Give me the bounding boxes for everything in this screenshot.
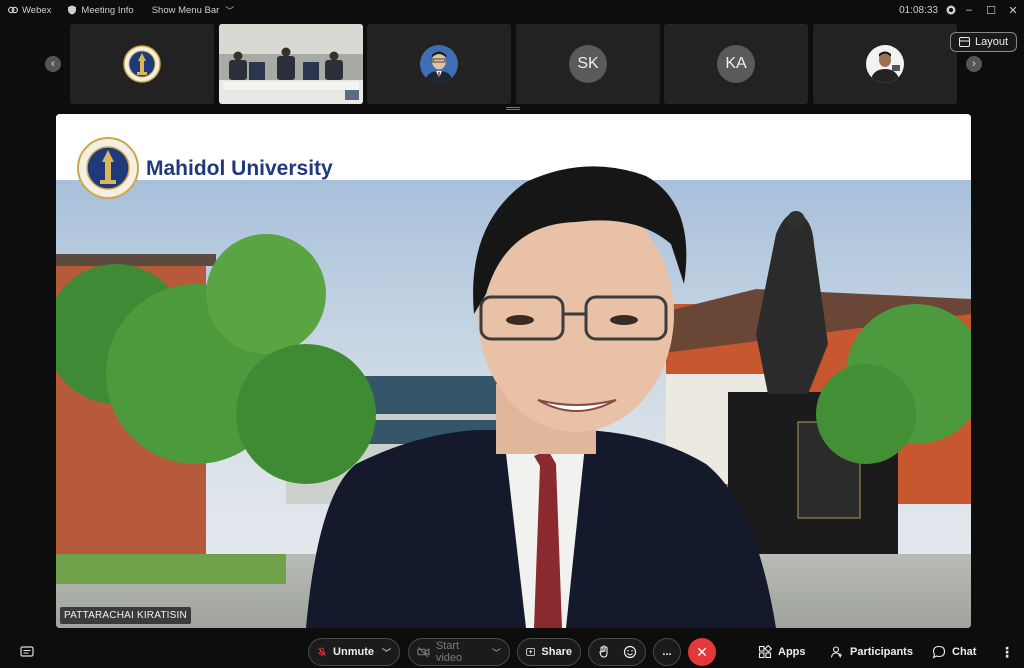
mahidol-brand-text: Mahidol University xyxy=(146,157,333,180)
participant-tile-ka[interactable]: KA xyxy=(664,24,808,104)
speaker-video-frame: Mahidol University xyxy=(56,114,971,628)
chat-label: Chat xyxy=(952,646,977,658)
close-window-button[interactable]: ✕ xyxy=(1002,0,1024,20)
mahidol-seal-icon xyxy=(123,45,161,83)
more-icon: ... xyxy=(662,646,672,658)
participant-strip: ‹ SK KA Layout › xyxy=(0,24,1024,106)
minimize-window-button[interactable]: – xyxy=(958,0,980,20)
captions-button[interactable] xyxy=(20,638,34,666)
participant-tile-video[interactable] xyxy=(367,24,511,104)
participants-button[interactable]: Participants xyxy=(830,638,913,666)
strip-next-button[interactable]: › xyxy=(966,56,982,72)
share-label: Share xyxy=(541,646,572,658)
participant-initials-avatar: SK xyxy=(569,45,607,83)
maximize-window-button[interactable]: ☐ xyxy=(980,0,1002,20)
apps-button[interactable]: Apps xyxy=(758,638,806,666)
resize-handle[interactable] xyxy=(506,107,520,110)
apps-icon xyxy=(758,645,772,659)
participant-avatar-photo xyxy=(420,45,458,83)
layout-button[interactable]: Layout xyxy=(949,32,1017,52)
share-button[interactable]: Share xyxy=(517,638,581,666)
participants-icon xyxy=(830,646,842,658)
start-video-label: Start video xyxy=(435,640,463,664)
chevron-down-icon: ﹀ xyxy=(381,647,391,658)
participant-tile-video-2[interactable] xyxy=(813,24,957,104)
webex-logo-icon xyxy=(8,6,18,14)
conference-room-image xyxy=(219,24,363,104)
end-call-button[interactable]: ✕ xyxy=(688,638,716,666)
more-vertical-icon: ⋮ xyxy=(1000,643,1014,660)
apps-label: Apps xyxy=(778,646,806,658)
shield-icon xyxy=(68,5,77,15)
participants-label: Participants xyxy=(850,646,913,658)
muted-microphone-icon xyxy=(318,647,326,657)
more-panels-button[interactable]: ⋮ xyxy=(1000,638,1014,666)
layout-label: Layout xyxy=(974,36,1008,48)
chevron-down-icon: ﹀ xyxy=(225,5,235,16)
participant-avatar-photo xyxy=(866,45,904,83)
speaker-name-tag: PATTARACHAI KIRATISIN xyxy=(60,607,191,624)
participant-tile-logo[interactable] xyxy=(70,24,214,104)
active-speaker-video: Mahidol University PATTARACHAI KIRATISIN xyxy=(56,114,971,628)
reactions-icon[interactable] xyxy=(623,645,637,659)
reactions-group xyxy=(588,638,646,666)
webex-app-label: Webex xyxy=(8,5,51,16)
close-icon: ✕ xyxy=(696,643,708,660)
participant-tile-sk[interactable]: SK xyxy=(516,24,660,104)
more-options-button[interactable]: ... xyxy=(653,638,681,666)
chat-icon xyxy=(932,645,946,659)
unmute-label: Unmute xyxy=(333,646,374,658)
unmute-button[interactable]: Unmute ﹀ xyxy=(308,638,400,666)
meeting-toolbar: Unmute ﹀ Start video ﹀ Share ... ✕ Apps … xyxy=(0,636,1024,668)
meeting-info-label: Meeting Info xyxy=(81,4,134,16)
meeting-info-button[interactable]: Meeting Info xyxy=(67,4,134,16)
participant-tile-room[interactable] xyxy=(219,24,363,104)
captions-icon xyxy=(20,646,34,657)
start-video-button[interactable]: Start video ﹀ xyxy=(408,638,510,666)
recording-indicator-icon xyxy=(944,0,958,20)
strip-previous-button[interactable]: ‹ xyxy=(45,56,61,72)
raise-hand-icon[interactable] xyxy=(597,645,611,659)
participant-initials-avatar: KA xyxy=(717,45,755,83)
layout-icon xyxy=(958,37,970,47)
chat-button[interactable]: Chat xyxy=(932,638,976,666)
app-name: Webex xyxy=(22,4,52,16)
show-menu-bar-button[interactable]: Show Menu Bar ﹀ xyxy=(152,4,235,17)
chevron-down-icon: ﹀ xyxy=(491,647,501,658)
video-off-icon xyxy=(417,647,430,658)
title-bar: Webex Meeting Info Show Menu Bar ﹀ 01:08… xyxy=(0,0,1024,20)
show-menu-bar-label: Show Menu Bar xyxy=(151,4,220,16)
share-icon xyxy=(526,648,536,656)
meeting-timer: 01:08:33 xyxy=(899,4,938,16)
